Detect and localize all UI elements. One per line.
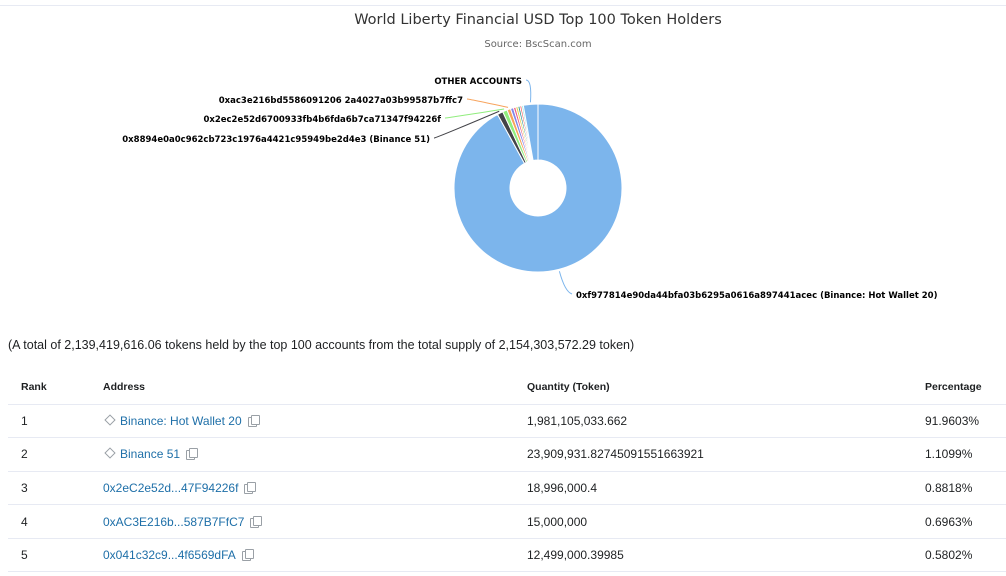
address-link[interactable]: 0xAC3E216b...587B7FfC7	[103, 515, 244, 529]
slice-connector	[466, 98, 509, 108]
address-cell: Binance: Hot Wallet 20	[103, 404, 527, 439]
table-row: 2 Binance 51 23,909,931.8274509155166392…	[8, 437, 1006, 472]
name-tag-icon	[104, 447, 116, 460]
slice-connector	[525, 79, 532, 103]
percentage-cell: 91.9603%	[925, 404, 1006, 439]
slice-connector	[558, 271, 573, 295]
quantity-cell: 15,000,000	[527, 504, 925, 539]
header-rank[interactable]: Rank	[8, 370, 103, 405]
percentage-cell: 0.8818%	[925, 471, 1006, 506]
copy-icon[interactable]	[244, 481, 257, 494]
address-cell: 0x041c32c9...4f6569dFA	[103, 538, 527, 573]
header-percentage[interactable]: Percentage	[925, 370, 1006, 405]
rank-cell: 1	[8, 404, 103, 439]
table-row: 1 Binance: Hot Wallet 20 1,981,105,033.6…	[8, 404, 1006, 439]
header-quantity[interactable]: Quantity (Token)	[527, 370, 925, 405]
quantity-cell: 1,981,105,033.662	[527, 404, 925, 439]
percentage-cell: 0.6963%	[925, 504, 1006, 539]
table-row: 4 0xAC3E216b...587B7FfC7 15,000,000 0.69…	[8, 504, 1006, 539]
chart-subtitle: Source: BscScan.com	[484, 39, 591, 50]
rank-cell: 4	[8, 504, 103, 539]
address-link[interactable]: Binance 51	[120, 447, 180, 461]
holders-pie-chart: World Liberty Financial USD Top 100 Toke…	[122, 12, 938, 301]
address-link[interactable]: Binance: Hot Wallet 20	[120, 414, 242, 428]
address-link[interactable]: 0x041c32c9...4f6569dFA	[103, 548, 236, 562]
copy-icon[interactable]	[250, 515, 263, 528]
address-cell: Binance 51	[103, 437, 527, 472]
slice-label: 0x8894e0a0c962cb723c1976a4421c95949be2d4…	[122, 135, 430, 145]
name-tag-icon	[104, 414, 116, 426]
percentage-cell: 1.1099%	[925, 437, 1006, 472]
rank-cell: 2	[8, 437, 103, 472]
table-row: 3 0x2eC2e52d...47F94226f 18,996,000.4 0.…	[8, 471, 1006, 506]
table-header-row: Rank Address Quantity (Token) Percentage	[8, 370, 1006, 405]
copy-icon[interactable]	[247, 414, 260, 427]
chart-title: World Liberty Financial USD Top 100 Toke…	[354, 12, 722, 28]
supply-summary: (A total of 2,139,419,616.06 tokens held…	[8, 338, 635, 352]
copy-icon[interactable]	[186, 448, 199, 461]
slice-label: 0xac3e216bd5586091206 2a4027a03b99587b7f…	[219, 96, 463, 106]
quantity-cell: 12,499,000.39985	[527, 538, 925, 573]
table-row: 5 0x041c32c9...4f6569dFA 12,499,000.3998…	[8, 538, 1006, 573]
holders-chart: World Liberty Financial USD Top 100 Toke…	[0, 0, 1006, 310]
slice-label: 0x2ec2e52d6700933fb4b6fda6b7ca71347f9422…	[203, 115, 441, 125]
percentage-cell: 0.5802%	[925, 538, 1006, 573]
quantity-cell: 18,996,000.4	[527, 471, 925, 506]
header-address[interactable]: Address	[103, 370, 527, 405]
rank-cell: 5	[8, 538, 103, 573]
slice-label: 0xf977814e90da44bfa03b6295a0616a897441ac…	[576, 291, 938, 301]
rank-cell: 3	[8, 471, 103, 506]
quantity-cell: 23,909,931.82745091551663921	[527, 437, 925, 472]
copy-icon[interactable]	[241, 549, 254, 562]
holders-table: Rank Address Quantity (Token) Percentage…	[8, 370, 1006, 573]
address-cell: 0xAC3E216b...587B7FfC7	[103, 504, 527, 539]
address-cell: 0x2eC2e52d...47F94226f	[103, 471, 527, 506]
slice-label: OTHER ACCOUNTS	[434, 77, 522, 87]
address-link[interactable]: 0x2eC2e52d...47F94226f	[103, 481, 238, 495]
